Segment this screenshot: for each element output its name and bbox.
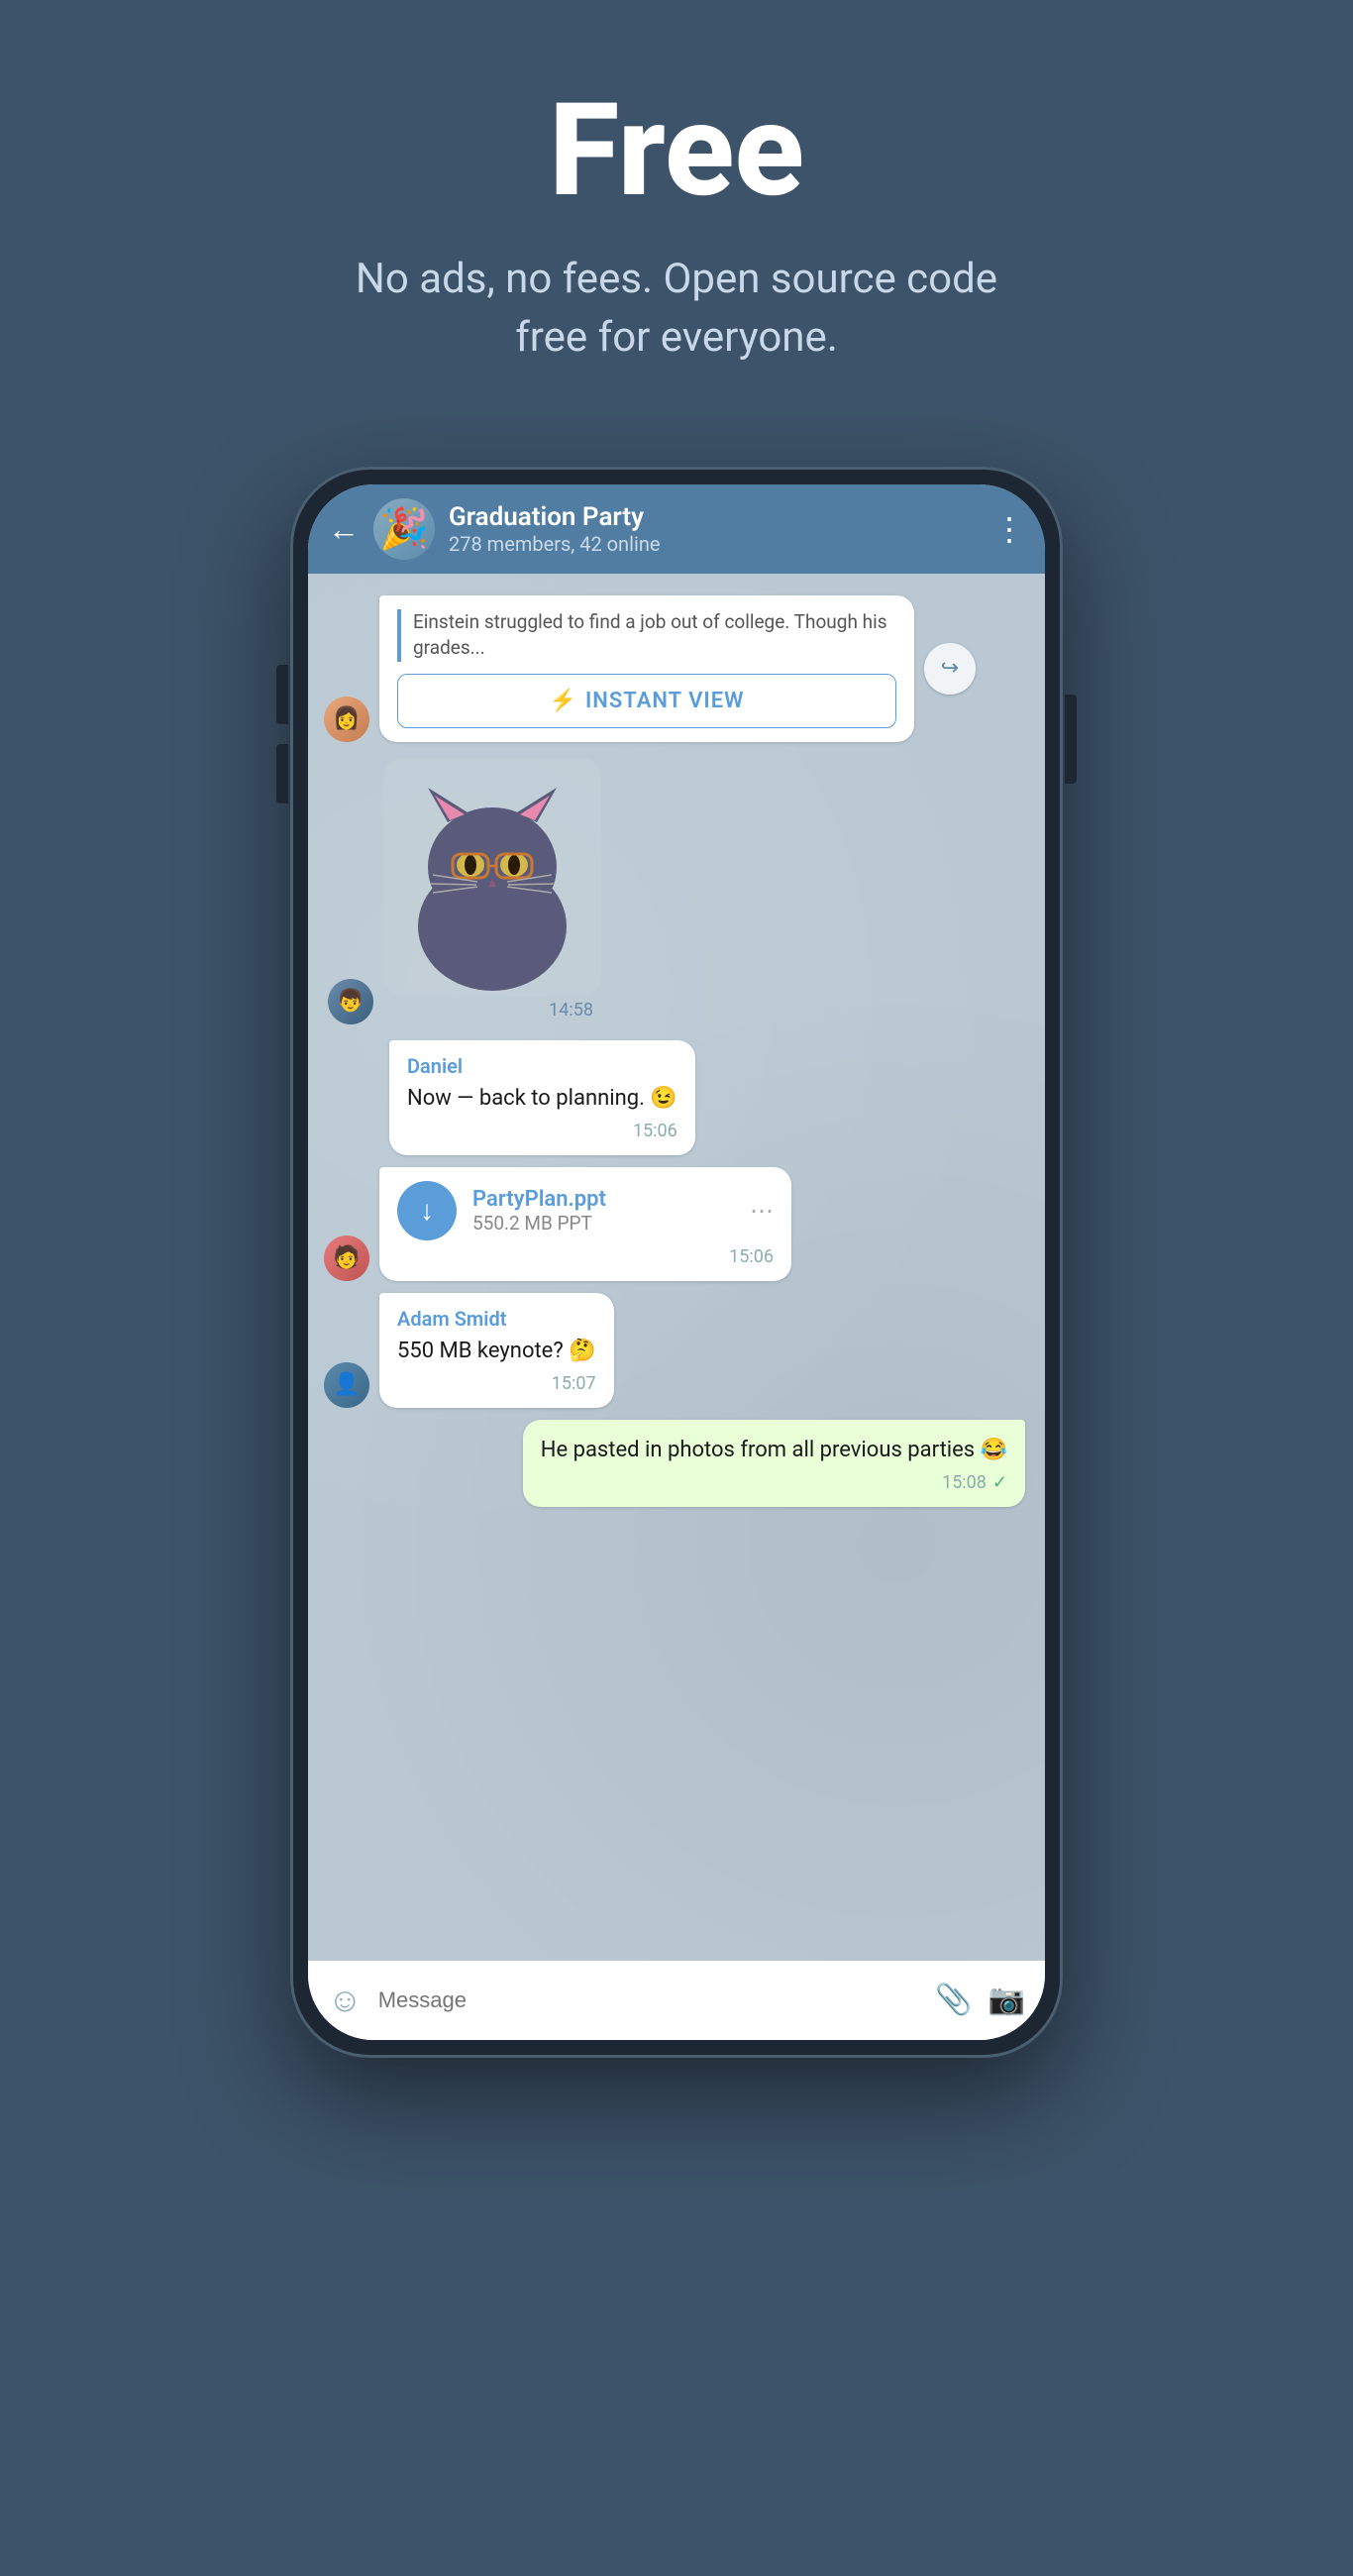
adam-message-time: 15:07 xyxy=(552,1373,596,1394)
attach-button[interactable]: 📎 xyxy=(935,1983,972,2017)
sticker-background: A = πr² V = l³ s = √(r²+h²) A = πr² + πr… xyxy=(383,758,601,996)
hero-section: Free No ads, no fees. Open source code f… xyxy=(290,0,1063,427)
header-menu-button[interactable]: ⋮ xyxy=(993,510,1025,548)
article-text: Einstein struggled to find a job out of … xyxy=(413,609,896,662)
file-size: 550.2 MB PPT xyxy=(472,1212,734,1234)
adam-bubble: Adam Smidt 550 MB keynote? 🤔 15:07 xyxy=(379,1293,614,1408)
adam-message-row: 👤 Adam Smidt 550 MB keynote? 🤔 15:07 xyxy=(308,1287,1045,1414)
avatar-girl: 👩 xyxy=(324,697,369,742)
instant-view-icon: ⚡ xyxy=(550,689,577,713)
file-info: PartyPlan.ppt 550.2 MB PPT xyxy=(472,1187,734,1234)
group-avatar: 🎉 xyxy=(373,498,435,560)
avatar-boy1: 👦 xyxy=(328,979,373,1024)
file-name: PartyPlan.ppt xyxy=(472,1187,734,1212)
daniel-bubble: Daniel Now — back to planning. 😉 15:06 xyxy=(389,1040,695,1155)
file-bubble: ↓ PartyPlan.ppt 550.2 MB PPT ⋯ xyxy=(397,1181,774,1240)
avatar-adam: 👤 xyxy=(324,1362,369,1408)
message-check-icon: ✓ xyxy=(992,1472,1007,1493)
article-bubble: Einstein struggled to find a job out of … xyxy=(379,595,914,742)
daniel-message-meta: 15:06 xyxy=(407,1121,677,1141)
hero-title: Free xyxy=(330,79,1023,221)
instant-view-label: INSTANT VIEW xyxy=(585,689,745,713)
cat-sticker-svg xyxy=(383,758,601,996)
chat-area: 👩 Einstein struggled to find a job out o… xyxy=(308,574,1045,1961)
file-bubble-wrapper: ↓ PartyPlan.ppt 550.2 MB PPT ⋯ 15:06 xyxy=(379,1167,791,1281)
group-members: 278 members, 42 online xyxy=(449,532,980,556)
own-message-time: 15:08 xyxy=(942,1472,987,1493)
adam-sender-name: Adam Smidt xyxy=(397,1307,596,1331)
own-message-meta: 15:08 ✓ xyxy=(541,1472,1007,1493)
article-preview: Einstein struggled to find a job out of … xyxy=(397,609,896,662)
group-name: Graduation Party xyxy=(449,502,980,532)
daniel-sender-name: Daniel xyxy=(407,1054,677,1078)
own-message-row: He pasted in photos from all previous pa… xyxy=(308,1414,1045,1513)
share-button[interactable]: ↪ xyxy=(924,643,976,695)
chat-header: ← 🎉 Graduation Party 278 members, 42 onl… xyxy=(308,484,1045,574)
sticker-time: 14:58 xyxy=(383,996,601,1024)
adam-message-text: 550 MB keynote? 🤔 xyxy=(397,1335,596,1367)
sticker-message-row: 👦 A = πr² V = l³ s = √(r²+h²) A = πr² + … xyxy=(308,748,1045,1034)
adam-message-meta: 15:07 xyxy=(397,1373,596,1394)
file-message-meta: 15:06 xyxy=(397,1246,774,1267)
file-download-button[interactable]: ↓ xyxy=(397,1181,457,1240)
file-message-row: 🧑 ↓ PartyPlan.ppt 550.2 MB PPT ⋯ 1 xyxy=(308,1161,1045,1287)
sticker-container: A = πr² V = l³ s = √(r²+h²) A = πr² + πr… xyxy=(383,758,601,1024)
daniel-message-time: 15:06 xyxy=(633,1121,677,1141)
own-message-text: He pasted in photos from all previous pa… xyxy=(541,1434,1007,1466)
input-bar: ☺ 📎 📷 xyxy=(308,1961,1045,2040)
article-message-row: 👩 Einstein struggled to find a job out o… xyxy=(308,590,1045,748)
avatar-boy2: 🧑 xyxy=(324,1235,369,1281)
header-info: Graduation Party 278 members, 42 online xyxy=(449,502,980,556)
file-menu-button[interactable]: ⋯ xyxy=(750,1197,774,1225)
camera-button[interactable]: 📷 xyxy=(989,1983,1025,2017)
own-bubble: He pasted in photos from all previous pa… xyxy=(523,1420,1025,1507)
hero-subtitle: No ads, no fees. Open source code free f… xyxy=(330,251,1023,368)
daniel-message-text: Now — back to planning. 😉 xyxy=(407,1082,677,1115)
message-input[interactable] xyxy=(378,1987,920,2013)
emoji-button[interactable]: ☺ xyxy=(328,1981,363,2020)
daniel-message-row: Daniel Now — back to planning. 😉 15:06 xyxy=(308,1034,1045,1161)
file-message-time: 15:06 xyxy=(729,1246,774,1267)
phone-screen: ← 🎉 Graduation Party 278 members, 42 onl… xyxy=(308,484,1045,2040)
instant-view-button[interactable]: ⚡ INSTANT VIEW xyxy=(397,674,896,728)
back-button[interactable]: ← xyxy=(328,510,360,548)
phone-wrapper: ← 🎉 Graduation Party 278 members, 42 onl… xyxy=(290,467,1063,2058)
phone-outer: ← 🎉 Graduation Party 278 members, 42 onl… xyxy=(290,467,1063,2058)
